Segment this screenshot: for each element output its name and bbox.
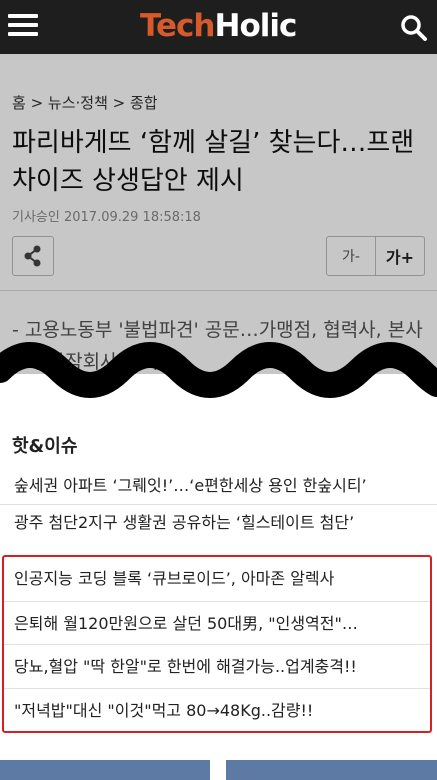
wave-separator — [0, 342, 437, 398]
highlighted-ad-list: 인공지능 코딩 블록 ‘큐브로이드’, 아마존 알렉사 은퇴해 월120만원으로… — [2, 555, 432, 733]
logo-holic: Holic — [214, 8, 298, 44]
list-item[interactable]: 숲세권 아파트 ‘그뤠잇!’…‘e편한세상 용인 한숲시티’ — [0, 468, 437, 504]
site-logo[interactable]: TechHolic — [140, 6, 298, 46]
dim-overlay — [0, 54, 437, 374]
hot-issue-section: 핫&이슈 숲세권 아파트 ‘그뤠잇!’…‘e편한세상 용인 한숲시티’ 광주 첨… — [0, 420, 437, 780]
ad-list-item[interactable]: 인공지능 코딩 블록 ‘큐브로이드’, 아마존 알렉사 — [4, 557, 430, 601]
ad-list-item[interactable]: 당뇨,혈압 "딱 한알"로 한번에 해결가능..업계충격!! — [4, 644, 430, 688]
thumbnail-image[interactable] — [0, 760, 210, 780]
top-bar: TechHolic — [0, 0, 437, 54]
hamburger-menu-icon[interactable] — [8, 14, 38, 40]
section-title: 핫&이슈 — [12, 436, 78, 457]
search-icon[interactable] — [400, 14, 428, 42]
thumbnail-row — [0, 760, 437, 780]
logo-tech: Tech — [140, 8, 215, 44]
thumbnail-image[interactable] — [226, 760, 437, 780]
ad-list-item[interactable]: "저녁밥"대신 "이것"먹고 80→48Kg..감량!! — [4, 687, 430, 732]
ad-list-item[interactable]: 은퇴해 월120만원으로 살던 50대男, "인생역전"… — [4, 600, 430, 645]
hot-issue-list: 숲세권 아파트 ‘그뤠잇!’…‘e편한세상 용인 한숲시티’ 광주 첨단2지구 … — [0, 468, 437, 540]
list-item[interactable]: 광주 첨단2지구 생활권 공유하는 ‘힐스테이트 첨단’ — [0, 504, 437, 540]
